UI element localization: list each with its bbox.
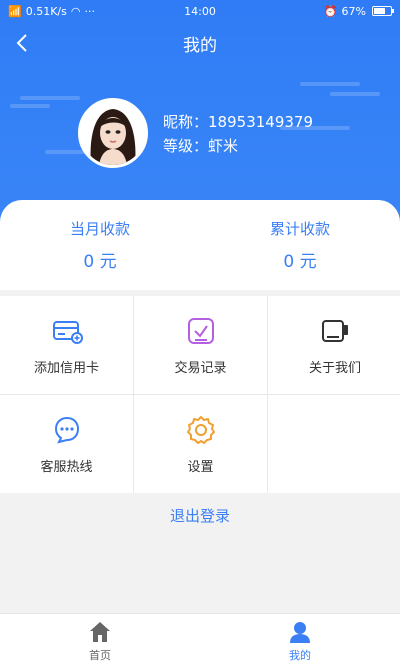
status-bar: 📶 0.51K/s ◠ ··· 14:00 ⏰ 67% [0, 0, 400, 22]
profile-info: 昵称： 18953149379 等级： 虾米 [163, 110, 313, 158]
cloud-decoration [300, 82, 360, 86]
menu-grid: 添加信用卡 交易记录 关于我们 客服热线 设置 [0, 296, 400, 493]
more-dots: ··· [84, 4, 95, 18]
navigation-bar: 我的 [0, 22, 400, 64]
tab-mine-label: 我的 [289, 648, 311, 662]
home-icon [90, 621, 110, 642]
network-speed: 0.51K/s [25, 4, 67, 18]
level-value: 虾米 [208, 137, 239, 155]
about-icon [322, 319, 348, 342]
total-income-value: 0 元 [283, 252, 317, 272]
alarm-icon: ⏰ [323, 4, 338, 18]
level-label: 等级： [163, 137, 209, 155]
settings-label: 设置 [187, 459, 214, 475]
chevron-left-icon [16, 34, 27, 52]
logout-button[interactable]: 退出登录 [0, 505, 400, 526]
battery-icon [372, 6, 394, 16]
cloud-decoration [330, 92, 380, 96]
empty-cell [268, 395, 400, 493]
nickname-label: 昵称： [163, 113, 209, 131]
credit-card-icon [52, 320, 83, 344]
monthly-income-label: 当月收款 [69, 220, 130, 238]
signal-icon: 📶 [8, 4, 22, 18]
tab-bar: 首页 我的 [0, 613, 400, 667]
total-income[interactable]: 累计收款 0 元 [200, 200, 400, 290]
avatar-image [81, 101, 145, 165]
tab-home-label: 首页 [89, 648, 111, 662]
transaction-records-button[interactable]: 交易记录 [134, 296, 267, 394]
about-us-button[interactable]: 关于我们 [268, 296, 400, 394]
record-icon [187, 317, 214, 344]
total-income-label: 累计收款 [269, 220, 330, 238]
transaction-records-label: 交易记录 [174, 360, 227, 376]
income-stats: 当月收款 0 元 累计收款 0 元 [0, 200, 400, 290]
wifi-icon: ◠ [70, 4, 81, 18]
cloud-decoration [20, 96, 80, 100]
cloud-decoration [10, 104, 50, 108]
customer-service-button[interactable]: 客服热线 [0, 395, 133, 493]
avatar[interactable] [78, 98, 148, 168]
tab-mine[interactable]: 我的 [200, 614, 400, 667]
status-time: 14:00 [184, 4, 216, 18]
battery-percent: 67% [341, 4, 366, 18]
back-button[interactable] [8, 28, 38, 58]
monthly-income[interactable]: 当月收款 0 元 [0, 200, 200, 290]
monthly-income-value: 0 元 [83, 252, 117, 272]
page-title: 我的 [183, 35, 217, 56]
user-icon [290, 621, 310, 643]
chat-icon [54, 416, 79, 443]
customer-service-label: 客服热线 [40, 459, 93, 475]
add-credit-card-button[interactable]: 添加信用卡 [0, 296, 133, 394]
settings-button[interactable]: 设置 [134, 395, 267, 493]
add-credit-card-label: 添加信用卡 [33, 360, 99, 376]
tab-home[interactable]: 首页 [0, 614, 200, 667]
about-us-label: 关于我们 [308, 360, 361, 376]
gear-icon [186, 415, 215, 444]
nickname-value: 18953149379 [208, 113, 313, 131]
